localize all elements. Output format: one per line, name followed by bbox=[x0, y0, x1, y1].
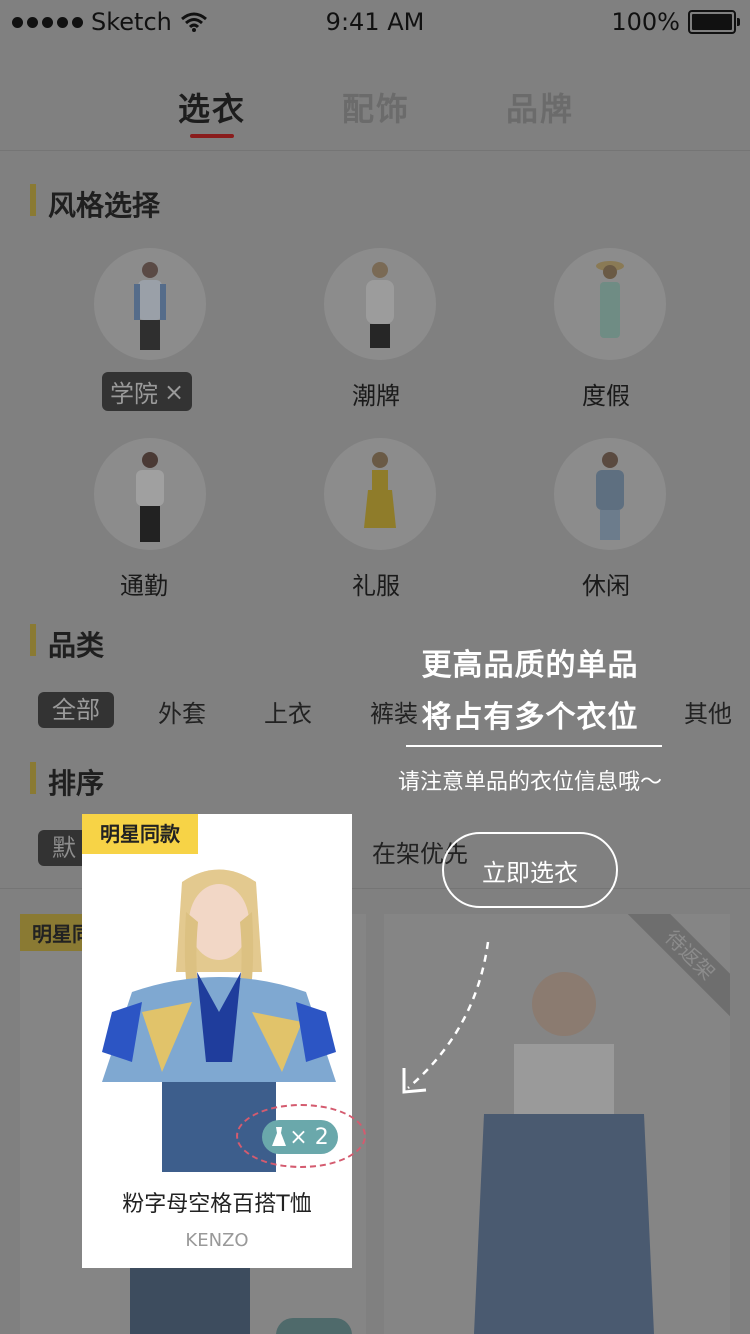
style-label-formal[interactable]: 礼服 bbox=[296, 566, 456, 601]
style-label-commute[interactable]: 通勤 bbox=[64, 566, 224, 601]
style-academy-image[interactable] bbox=[94, 248, 206, 360]
model-figure bbox=[364, 452, 396, 528]
category-outerwear[interactable]: 外套 bbox=[158, 694, 206, 729]
product-name: 粉字母空格百搭T恤 bbox=[122, 1192, 312, 1217]
guide-title-line-1: 更高品质的单品 bbox=[421, 648, 639, 683]
status-bar: Sketch 9:41 AM 100% bbox=[0, 0, 750, 44]
style-tag-academy[interactable]: 学院 × bbox=[102, 372, 193, 411]
model-figure bbox=[596, 261, 624, 338]
style-commute-image[interactable] bbox=[94, 438, 206, 550]
battery-icon bbox=[688, 10, 740, 34]
style-trendy-image[interactable] bbox=[324, 248, 436, 360]
product-brand: KENZO bbox=[185, 1230, 249, 1251]
model-figure bbox=[366, 262, 394, 348]
section-marker bbox=[30, 624, 36, 656]
remove-tag-icon[interactable]: × bbox=[164, 378, 184, 406]
style-label-vacation[interactable]: 度假 bbox=[526, 376, 686, 411]
model-figure bbox=[136, 452, 164, 542]
guide-arrow-icon bbox=[402, 941, 490, 1094]
header-divider bbox=[0, 150, 750, 151]
celebrity-same-badge: 明星同款 bbox=[82, 814, 198, 854]
tab-brand[interactable]: 品牌 bbox=[506, 84, 574, 130]
tab-clothes[interactable]: 选衣 bbox=[178, 84, 246, 130]
category-section-title: 品类 bbox=[48, 629, 105, 662]
style-label-trendy[interactable]: 潮牌 bbox=[296, 376, 456, 411]
category-all[interactable]: 全部 bbox=[38, 692, 114, 728]
guide-divider bbox=[406, 745, 662, 747]
style-label-casual[interactable]: 休闲 bbox=[526, 566, 686, 601]
section-marker bbox=[30, 762, 36, 794]
style-casual-image[interactable] bbox=[554, 438, 666, 550]
style-formal-image[interactable] bbox=[324, 438, 436, 550]
section-marker bbox=[30, 184, 36, 216]
choose-clothes-button[interactable]: 立即选衣 bbox=[442, 832, 618, 908]
tab-accessories[interactable]: 配饰 bbox=[342, 84, 410, 130]
highlight-ring bbox=[236, 1104, 366, 1168]
category-tops[interactable]: 上衣 bbox=[264, 694, 312, 729]
model-figure bbox=[596, 452, 624, 540]
sort-section-title: 排序 bbox=[48, 767, 105, 800]
slot-pill bbox=[276, 1318, 352, 1334]
style-vacation-image[interactable] bbox=[554, 248, 666, 360]
guide-hint: 请注意单品的衣位信息哦～ bbox=[397, 770, 662, 795]
active-tab-indicator bbox=[190, 134, 234, 138]
style-section-title: 风格选择 bbox=[48, 189, 161, 222]
category-other[interactable]: 其他 bbox=[684, 694, 732, 729]
model-figure bbox=[134, 262, 166, 350]
style-label-academy: 学院 bbox=[110, 380, 158, 408]
battery-percent: 100% bbox=[611, 8, 680, 36]
guide-title-line-2: 将占有多个衣位 bbox=[421, 700, 639, 735]
